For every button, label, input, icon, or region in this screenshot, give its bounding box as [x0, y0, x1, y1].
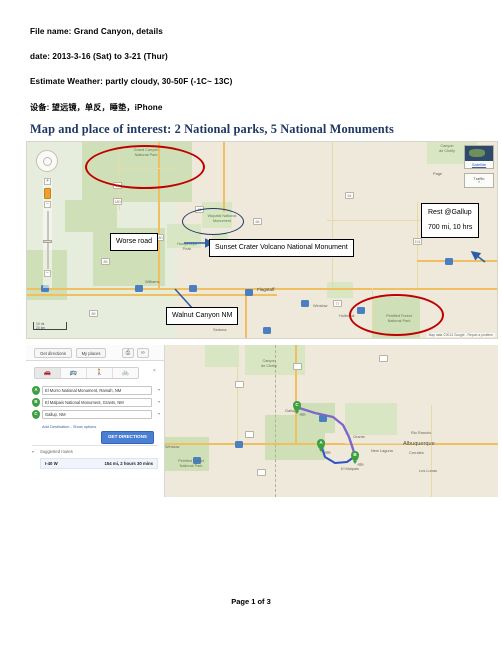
map2-park-label-petrified: Petrified Forest National Park — [178, 459, 204, 468]
map2-label-gallup: Gallup — [285, 408, 297, 413]
callout-sunset-crater: Sunset Crater Volcano National Monument — [209, 239, 354, 258]
walk-mode-icon[interactable]: 🚶 — [87, 368, 113, 378]
arrow-gallup — [470, 251, 486, 263]
show-options-link[interactable]: Show options — [73, 424, 96, 429]
note-filename: File name: Grand Canyon, details — [30, 27, 163, 36]
transit-mode-icon[interactable]: 🚌 — [61, 368, 87, 378]
map2-label-albuquerque: Albuquerque — [403, 441, 435, 447]
close-icon[interactable]: × — [153, 368, 156, 375]
page-title: Map and place of interest: 2 National pa… — [30, 122, 394, 136]
note-date: date: 2013-3-16 (Sat) to 3-21 (Thur) — [30, 52, 168, 62]
route-option-row[interactable]: I-40 W 154 mi, 2 hours 30 mins — [40, 458, 158, 469]
tab-get-directions[interactable]: Get directions — [34, 348, 72, 358]
map2-label-winslow: Winslow — [165, 444, 180, 449]
get-directions-button[interactable]: GET DIRECTIONS — [100, 431, 154, 444]
route-polylines — [295, 405, 357, 464]
page-footer: Page 1 of 3 — [231, 597, 271, 606]
bike-mode-icon[interactable]: 🚲 — [113, 368, 138, 378]
waypoint-input-a[interactable]: El Morro National Monument, Ramah, NM — [42, 386, 152, 395]
waypoint-marker-b: B — [32, 398, 40, 407]
route-name: I-40 W — [45, 461, 58, 466]
directions-map-canvas[interactable]: C A B Albuquerque Rio Rancho Grants New … — [165, 345, 498, 497]
route-summary: 154 mi, 2 hours 30 mins — [104, 461, 153, 466]
map2-label-new-laguna: New Laguna — [371, 448, 393, 453]
suggested-routes-divider — [32, 445, 158, 446]
waypoint-row-b[interactable]: B El Malpais National Monument, Grants, … — [32, 398, 160, 407]
tab-my-places[interactable]: My places — [76, 348, 106, 358]
pin-shadow-a — [324, 451, 331, 454]
directions-links[interactable]: Add Destination - Show options — [42, 424, 96, 429]
print-icon[interactable]: ⎙ — [122, 348, 134, 358]
add-destination-link[interactable]: Add Destination — [42, 424, 69, 429]
map2-label-grants: Grants — [353, 434, 365, 439]
waypoint-marker-c: C — [32, 410, 40, 419]
directions-tabs[interactable]: Get directions My places ⎙ ∞ — [26, 345, 164, 361]
callout-worse-road: Worse road — [110, 233, 159, 252]
map2-label-los-lunas: Los Lunas — [419, 468, 437, 473]
pin-shadow-c — [299, 413, 306, 416]
chevron-down-icon-b[interactable]: ▾ — [158, 400, 160, 404]
callout-rest-gallup-line2: 700 mi, 10 hrs — [428, 224, 473, 232]
note-equipment: 设备: 望远镜，单反，睡垫，iPhone — [30, 102, 163, 112]
waypoint-input-b[interactable]: El Malpais National Monument, Grants, NM — [42, 398, 152, 407]
chevron-down-icon-c[interactable]: ▾ — [158, 412, 160, 416]
map2-park-label-chelly: Canyon de Chelly — [261, 359, 277, 368]
callout-walnut-canyon: Walnut Canyon NM — [166, 307, 239, 326]
map2-label-corrales: Corrales — [409, 450, 424, 455]
directions-panel[interactable]: Get directions My places ⎙ ∞ 🚗 🚌 🚶 🚲 × A… — [26, 345, 165, 497]
callout-rest-gallup-line1: Rest @Gallup — [428, 209, 472, 216]
chevron-down-icon-a[interactable]: ▾ — [158, 388, 160, 392]
waypoint-row-a[interactable]: A El Morro National Monument, Ramah, NM … — [32, 386, 160, 395]
document-notes: File name: Grand Canyon, details date: 2… — [30, 27, 480, 129]
waypoint-input-c[interactable]: Gallup, NM — [42, 410, 152, 419]
map2-label-rio-rancho: Rio Rancho — [411, 430, 432, 435]
waypoint-row-c[interactable]: C Gallup, NM ▾ — [32, 410, 160, 419]
directions-map[interactable]: Get directions My places ⎙ ∞ 🚗 🚌 🚶 🚲 × A… — [26, 345, 498, 497]
callout-rest-gallup: Rest @Gallup 700 mi, 10 hrs — [421, 203, 480, 239]
collapse-icon[interactable]: ▾ — [32, 450, 34, 454]
map2-label-el-malpais: El Malpais — [341, 466, 359, 471]
route-line-secondary — [320, 444, 355, 464]
travel-mode-bar[interactable]: 🚗 🚌 🚶 🚲 — [34, 367, 139, 379]
car-mode-icon[interactable]: 🚗 — [35, 368, 61, 378]
suggested-routes-label: Suggested routes — [40, 449, 73, 454]
link-icon[interactable]: ∞ — [137, 348, 149, 358]
note-weather: Estimate Weather: partly cloudy, 30-50F … — [30, 77, 233, 87]
waypoint-marker-a: A — [32, 386, 40, 395]
